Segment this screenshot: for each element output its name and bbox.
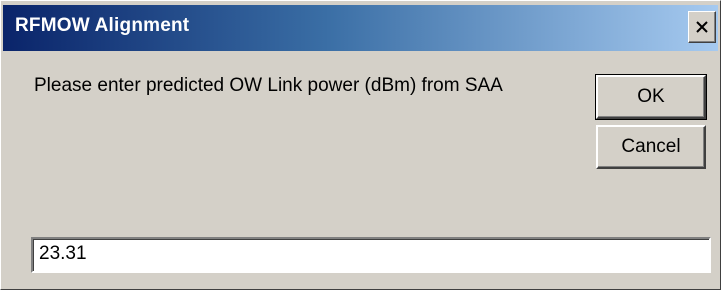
ok-button[interactable]: OK [595,74,707,120]
rfmow-alignment-dialog: RFMOW Alignment Please enter predicted O… [0,0,721,290]
prompt-label: Please enter predicted OW Link power (dB… [34,75,503,96]
close-button[interactable] [688,11,716,43]
close-icon [696,21,708,33]
power-input[interactable]: 23.31 [31,237,711,273]
cancel-button[interactable]: Cancel [596,125,706,169]
title-bar[interactable]: RFMOW Alignment [3,5,718,51]
window-title: RFMOW Alignment [15,15,190,36]
